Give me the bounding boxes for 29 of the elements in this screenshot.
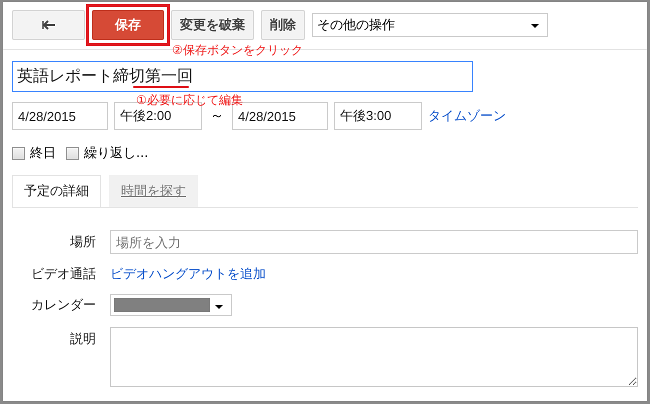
tab[interactable]: 時間を探す: [109, 175, 198, 207]
checkbox-label: 終日: [30, 145, 56, 162]
timezone-link[interactable]: タイムゾーン: [428, 107, 506, 125]
more-actions-dropdown[interactable]: その他の操作: [312, 13, 548, 37]
annotation-text: ②保存ボタンをクリック: [172, 42, 303, 59]
checkbox-label: 繰り返し...: [84, 145, 148, 162]
delete-button[interactable]: 削除: [261, 10, 305, 40]
title-field[interactable]: 英語レポート締切第一回: [12, 61, 473, 92]
field-label: カレンダー: [30, 297, 96, 314]
range-separator: ～: [210, 107, 224, 125]
checkbox[interactable]: [66, 146, 79, 160]
caret-icon: [531, 24, 539, 28]
location-field[interactable]: 場所を入力: [110, 230, 638, 254]
calendar-dropdown[interactable]: [110, 294, 232, 316]
back-button[interactable]: [12, 10, 85, 40]
field-label: 場所: [69, 234, 96, 251]
back-arrow-icon: [42, 20, 56, 30]
description-field[interactable]: [110, 327, 638, 387]
caret-icon: [215, 305, 223, 309]
checkbox[interactable]: [12, 146, 25, 160]
add-video-link[interactable]: ビデオハングアウトを追加: [110, 265, 266, 283]
underline-mark: [133, 86, 189, 88]
save-button[interactable]: 保存: [92, 10, 164, 40]
tab[interactable]: 予定の詳細: [12, 175, 101, 207]
date-field[interactable]: 4/28/2015: [12, 102, 108, 130]
time-field[interactable]: 午後3:00: [334, 102, 422, 130]
field-label: ビデオ通話: [30, 266, 96, 283]
field-label: 説明: [69, 331, 96, 348]
discard-button[interactable]: 変更を破棄: [171, 10, 254, 40]
